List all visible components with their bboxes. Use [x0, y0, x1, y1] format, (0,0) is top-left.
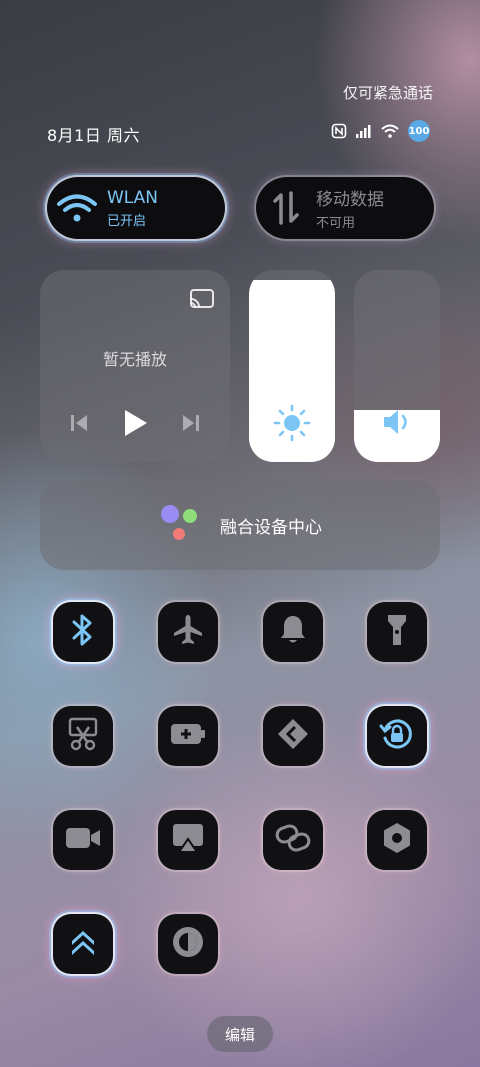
next-icon[interactable]	[180, 412, 202, 438]
date: 8月1日 周六	[47, 126, 140, 145]
status-bar: 100	[331, 120, 430, 142]
link-icon	[275, 823, 311, 857]
airplane-icon	[171, 613, 205, 651]
video-camera-icon	[65, 826, 101, 854]
bluetooth-toggle[interactable]	[53, 602, 113, 662]
rotation-lock-icon	[379, 716, 415, 756]
wifi-icon	[381, 124, 399, 138]
battery-plus-icon	[170, 722, 206, 750]
mobile-data-title: 移动数据	[316, 190, 384, 210]
performance-mode-toggle[interactable]	[53, 914, 113, 974]
wifi-icon	[47, 193, 107, 223]
bluetooth-icon	[70, 613, 96, 651]
ringer-toggle[interactable]	[263, 602, 323, 662]
battery-saver-toggle[interactable]	[158, 706, 218, 766]
edit-button[interactable]: 编辑	[207, 1016, 273, 1052]
fusion-logo-icon	[158, 502, 200, 548]
nfc-icon	[331, 123, 347, 139]
dark-mode-toggle[interactable]	[158, 914, 218, 974]
media-title: 暂无播放	[102, 350, 167, 369]
play-icon[interactable]	[121, 408, 149, 442]
signal-icon	[356, 124, 372, 138]
airplay-icon	[171, 822, 205, 858]
screen-cast-toggle[interactable]	[158, 810, 218, 870]
screenshot-toggle[interactable]	[53, 706, 113, 766]
flashlight-icon	[386, 613, 408, 651]
brightness-slider[interactable]	[249, 270, 335, 462]
fusion-device-center[interactable]: 融合设备中心	[40, 480, 440, 570]
nearby-share-toggle[interactable]	[263, 706, 323, 766]
wlan-status: 已开启	[107, 213, 147, 229]
volume-slider[interactable]	[354, 270, 440, 462]
mobile-data-toggle[interactable]: 移动数据 不可用	[256, 177, 434, 239]
mobile-data-status: 不可用	[316, 216, 356, 231]
cast-icon[interactable]	[189, 288, 215, 314]
data-transfer-icon	[256, 191, 316, 225]
media-player-card[interactable]: 暂无播放	[40, 270, 230, 462]
double-chevron-up-icon	[68, 927, 98, 961]
wlan-title: WLAN	[107, 187, 159, 208]
scissors-icon	[67, 717, 99, 755]
fusion-device-center-label: 融合设备中心	[220, 517, 322, 538]
speaker-icon	[354, 408, 440, 436]
link-toggle[interactable]	[263, 810, 323, 870]
airplane-mode-toggle[interactable]	[158, 602, 218, 662]
wlan-toggle[interactable]: WLAN 已开启	[47, 177, 225, 239]
flashlight-toggle[interactable]	[367, 602, 427, 662]
rotation-lock-toggle[interactable]	[367, 706, 427, 766]
battery-icon: 100	[408, 120, 430, 142]
contrast-icon	[171, 925, 205, 963]
emergency-calls-only: 仅可紧急通话	[342, 84, 433, 102]
screen-record-toggle[interactable]	[53, 810, 113, 870]
sun-icon	[249, 404, 335, 442]
settings-toggle[interactable]	[367, 810, 427, 870]
share-icon	[276, 717, 310, 755]
bell-icon	[278, 614, 308, 650]
previous-icon[interactable]	[68, 412, 90, 438]
hexagon-icon	[381, 821, 413, 859]
